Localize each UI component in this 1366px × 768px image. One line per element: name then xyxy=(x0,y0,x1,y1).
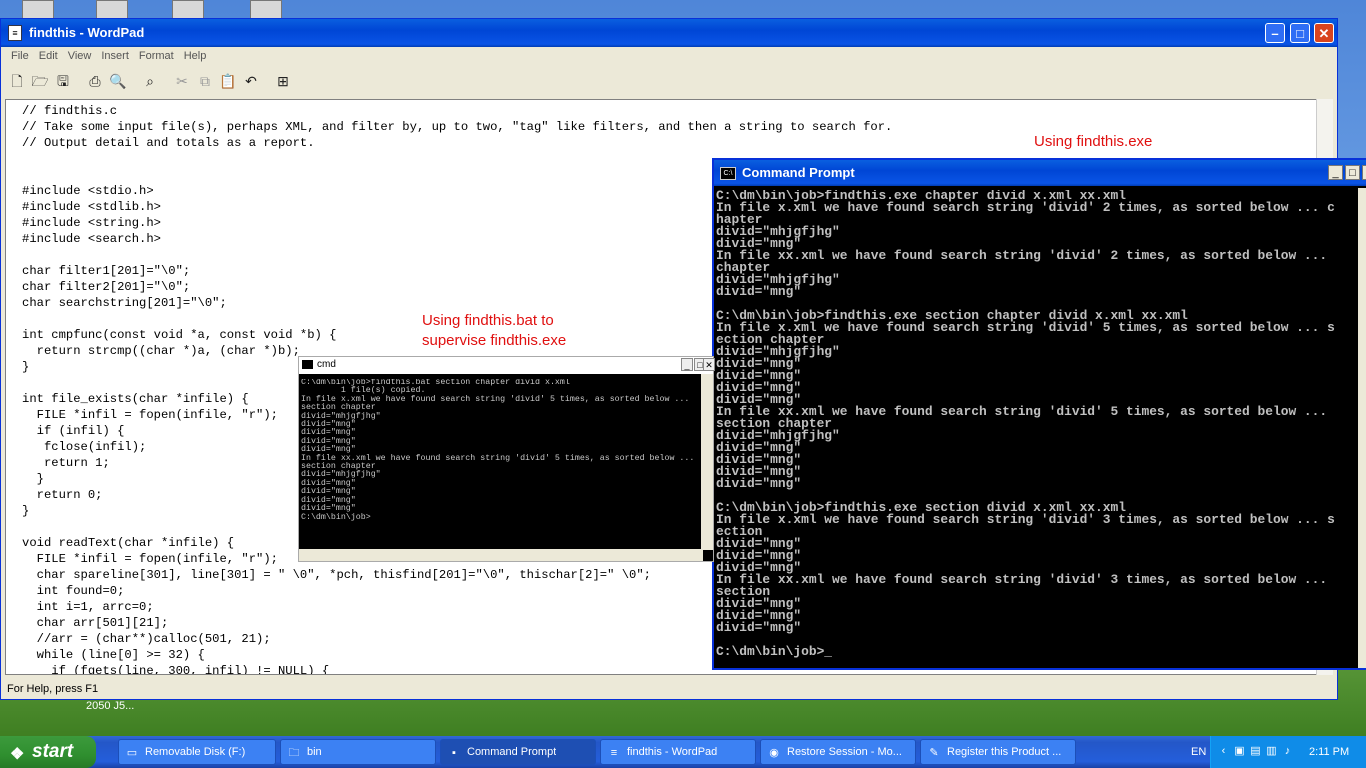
menu-bar: File Edit View Insert Format Help xyxy=(1,47,1337,67)
task-removable-disk[interactable]: ▭ Removable Disk (F:) xyxy=(118,739,276,765)
menu-help[interactable]: Help xyxy=(179,47,212,62)
task-firefox[interactable]: ◉ Restore Session - Mo... xyxy=(760,739,916,765)
cmd-horizontal-scrollbar[interactable] xyxy=(299,549,703,561)
menu-edit[interactable]: Edit xyxy=(34,47,63,62)
cmd-minimize-button[interactable]: _ xyxy=(681,358,693,371)
register-icon: ✎ xyxy=(929,747,939,759)
exe-annotation: Using findthis.exe xyxy=(1034,133,1153,150)
cp-scrollbar[interactable] xyxy=(1358,188,1366,668)
folder-icon: 🗀 xyxy=(288,747,300,759)
paste-icon[interactable]: 📋 xyxy=(218,71,238,91)
status-text: For Help, press F1 xyxy=(7,683,99,695)
cp-maximize-button[interactable]: □ xyxy=(1345,165,1360,180)
wordpad-title-bar[interactable]: ≡ findthis - WordPad – □ ✕ xyxy=(1,19,1337,47)
menu-view[interactable]: View xyxy=(63,47,97,62)
copy-icon[interactable]: ⧉ xyxy=(195,71,215,91)
command-prompt-output[interactable]: C:\dm\bin\job>findthis.exe chapter divid… xyxy=(716,190,1356,666)
cmd-output[interactable]: C:\dm\bin\job>findthis.bat section chapt… xyxy=(301,379,699,547)
insert-object-icon[interactable]: ⊞ xyxy=(273,71,293,91)
menu-insert[interactable]: Insert xyxy=(96,47,134,62)
desktop-shortcut-icon[interactable] xyxy=(250,0,282,20)
open-folder-icon[interactable]: 🗁 xyxy=(30,71,50,91)
new-document-icon[interactable]: 🗋 xyxy=(7,71,27,91)
cp-close-button[interactable]: ✕ xyxy=(1362,165,1366,180)
drive-icon: ▭ xyxy=(126,747,138,759)
status-bar: For Help, press F1 xyxy=(1,679,1337,699)
wordpad-title: findthis - WordPad xyxy=(29,25,145,40)
find-icon[interactable]: ⌕ xyxy=(140,71,160,91)
desktop-shortcut-icon[interactable] xyxy=(22,0,54,20)
start-button[interactable]: ❖ start xyxy=(0,736,96,768)
task-register[interactable]: ✎ Register this Product ... xyxy=(920,739,1076,765)
desktop-shortcut-icon[interactable] xyxy=(96,0,128,20)
task-command-prompt[interactable]: ▪ Command Prompt xyxy=(440,739,596,765)
wordpad-app-icon[interactable]: ≡ xyxy=(8,25,22,41)
tray-expand-icon[interactable]: ‹ xyxy=(1217,745,1230,758)
console-icon: ▪ xyxy=(452,747,456,759)
language-indicator[interactable]: EN xyxy=(1191,746,1206,758)
desktop-icon-label[interactable]: 2050 J5... xyxy=(86,700,134,712)
taskbar: ❖ start ▭ Removable Disk (F:) 🗀 bin ▪ Co… xyxy=(0,736,1366,768)
bat-annotation-line1: Using findthis.bat to xyxy=(422,312,554,329)
windows-flag-icon: ❖ xyxy=(10,746,25,763)
cmd-title-bar[interactable]: cmd _ □ ✕ xyxy=(299,357,715,374)
menu-file[interactable]: File xyxy=(1,47,34,62)
wordpad-icon: ≡ xyxy=(610,747,618,759)
toolbar: 🗋 🗁 🖫 ⎙ 🔍 ⌕ ✂ ⧉ 📋 ↶ ⊞ xyxy=(7,71,293,95)
print-icon[interactable]: ⎙ xyxy=(85,71,105,91)
task-wordpad[interactable]: ≡ findthis - WordPad xyxy=(600,739,756,765)
system-tray: EN ‹ ▣ ▤ ▥ ♪ 2:11 PM xyxy=(1191,736,1366,768)
menu-format[interactable]: Format xyxy=(134,47,179,62)
bat-annotation-line2: supervise findthis.exe xyxy=(422,332,567,349)
cmd-close-button[interactable]: ✕ xyxy=(703,358,715,371)
undo-icon[interactable]: ↶ xyxy=(241,71,261,91)
cmd-vertical-scrollbar[interactable] xyxy=(701,374,713,550)
console-app-icon[interactable]: C:\ xyxy=(720,167,736,180)
clock[interactable]: 2:11 PM xyxy=(1309,746,1349,758)
tray-monitor-icon[interactable]: ▥ xyxy=(1265,745,1278,758)
cp-minimize-button[interactable]: _ xyxy=(1328,165,1343,180)
command-prompt-title-bar[interactable]: C:\ Command Prompt _ □ ✕ xyxy=(714,160,1366,186)
print-preview-icon[interactable]: 🔍 xyxy=(108,71,128,91)
maximize-button[interactable]: □ xyxy=(1290,23,1310,43)
tray-volume-icon[interactable]: ♪ xyxy=(1281,745,1294,758)
save-icon[interactable]: 🖫 xyxy=(53,71,73,91)
desktop-shortcut-icon[interactable] xyxy=(172,0,204,20)
task-bin-folder[interactable]: 🗀 bin xyxy=(280,739,436,765)
console-text: C:\dm\bin\job>findthis.exe chapter divid… xyxy=(716,190,1335,659)
close-button[interactable]: ✕ xyxy=(1314,23,1334,43)
command-prompt-window: C:\ Command Prompt _ □ ✕ C:\dm\bin\job>f… xyxy=(712,158,1366,670)
command-prompt-title: Command Prompt xyxy=(742,165,855,180)
tray-network-icon[interactable]: ▤ xyxy=(1249,745,1262,758)
cmd-console-text: C:\dm\bin\job>findthis.bat section chapt… xyxy=(301,379,695,522)
tray-app-icon[interactable]: ▣ xyxy=(1233,745,1246,758)
cmd-app-icon[interactable] xyxy=(302,360,313,369)
cmd-title: cmd xyxy=(317,359,336,370)
cmd-window: cmd _ □ ✕ C:\dm\bin\job>findthis.bat sec… xyxy=(298,356,715,562)
cut-icon[interactable]: ✂ xyxy=(172,71,192,91)
firefox-icon: ◉ xyxy=(769,747,779,759)
minimize-button[interactable]: – xyxy=(1265,23,1285,43)
